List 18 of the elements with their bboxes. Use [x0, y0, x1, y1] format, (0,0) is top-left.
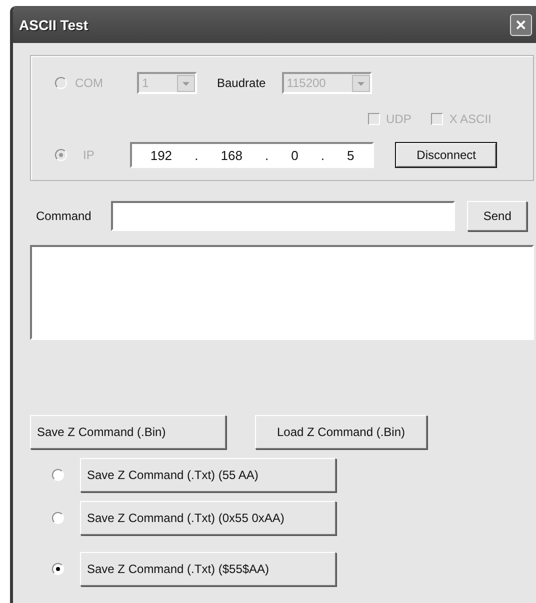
close-button[interactable]: ✕	[510, 14, 532, 36]
format-radio[interactable]	[52, 563, 64, 575]
com-label: COM	[75, 76, 103, 90]
ip-label: IP	[83, 148, 94, 162]
format-radio[interactable]	[52, 512, 64, 524]
format-radio[interactable]	[52, 469, 64, 481]
save-txt-button[interactable]: Save Z Command (.Txt) ($55$AA)	[80, 552, 336, 586]
checkbox-label: UDP	[386, 112, 412, 126]
command-label: Command	[36, 209, 92, 223]
baudrate-label: Baudrate	[217, 76, 266, 90]
load-button[interactable]: Load Z Command (.Bin)	[255, 415, 427, 449]
send-button[interactable]: Send	[467, 201, 528, 231]
save-txt-button[interactable]: Save Z Command (.Txt) (55 AA)	[80, 458, 336, 492]
checkbox-label: X ASCII	[449, 112, 492, 126]
window-title: ASCII Test	[19, 17, 88, 33]
save-button[interactable]: Save Z Command (.Bin)	[30, 415, 226, 449]
save-txt-button[interactable]: Save Z Command (.Txt) (0x55 0xAA)	[80, 501, 336, 535]
command-field[interactable]	[111, 201, 456, 231]
